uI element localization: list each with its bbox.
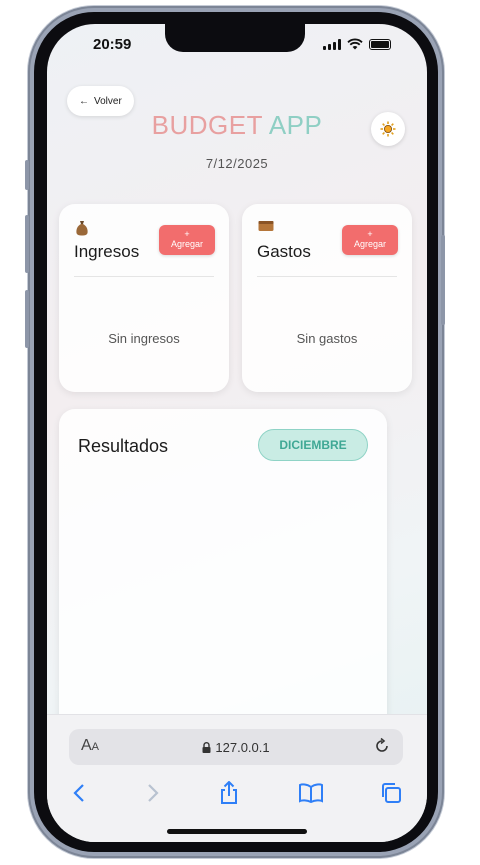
app-title-part2: APP <box>268 110 323 140</box>
mute-switch <box>25 160 29 190</box>
power-button <box>441 235 445 325</box>
app-title-part1: BUDGET <box>151 110 263 140</box>
month-selector-button[interactable]: DICIEMBRE <box>258 429 368 461</box>
arrow-left-icon: ← <box>79 95 89 107</box>
add-income-button[interactable]: + Agregar <box>159 225 215 255</box>
wifi-icon <box>347 38 363 50</box>
reload-icon[interactable] <box>373 737 391 760</box>
wallet-icon <box>258 220 274 235</box>
back-button-label: Volver <box>94 95 122 107</box>
income-title: Ingresos <box>74 242 140 261</box>
results-title: Resultados <box>78 436 169 456</box>
url-text: 127.0.0.1 <box>215 740 270 755</box>
divider <box>74 276 214 277</box>
bookmarks-icon[interactable] <box>295 777 327 809</box>
plus-icon: + <box>184 229 190 239</box>
add-expense-label: Agregar <box>353 239 387 249</box>
back-nav-icon[interactable] <box>63 777 95 809</box>
app-title: BUDGET APP <box>47 110 427 141</box>
url-display: 127.0.0.1 <box>69 740 403 755</box>
current-date: 7/12/2025 <box>205 156 269 171</box>
share-icon[interactable] <box>213 777 245 809</box>
status-icons <box>323 38 391 50</box>
expenses-empty-text: Sin gastos <box>296 331 358 346</box>
browser-toolbar: AA 127.0.0.1 <box>47 714 427 842</box>
cellular-signal-icon <box>323 38 341 50</box>
add-income-label: Agregar <box>170 239 204 249</box>
sun-icon <box>380 121 396 137</box>
status-time: 20:59 <box>93 36 132 53</box>
divider <box>257 276 397 277</box>
address-bar[interactable]: AA 127.0.0.1 <box>69 729 403 765</box>
add-expense-button[interactable]: + Agregar <box>342 225 398 255</box>
income-empty-text: Sin ingresos <box>108 331 180 346</box>
volume-up-button <box>25 215 29 273</box>
expenses-title: Gastos <box>257 242 311 261</box>
tabs-icon[interactable] <box>375 777 407 809</box>
lock-icon <box>202 742 211 753</box>
forward-nav-icon[interactable] <box>137 777 169 809</box>
expenses-card: Gastos + Agregar Sin gastos <box>242 204 412 392</box>
browser-nav-row <box>47 777 427 813</box>
income-card: Ingresos + Agregar Sin ingresos <box>59 204 229 392</box>
volume-down-button <box>25 290 29 348</box>
theme-toggle-button[interactable] <box>371 112 405 146</box>
plus-icon: + <box>367 229 373 239</box>
battery-icon <box>369 38 391 50</box>
money-bag-icon <box>75 220 89 239</box>
phone-screen: 20:59 ← Volver BUDGET APP 7/12/2025 Ingr… <box>47 24 427 842</box>
home-indicator <box>167 829 307 834</box>
notch <box>165 24 305 52</box>
